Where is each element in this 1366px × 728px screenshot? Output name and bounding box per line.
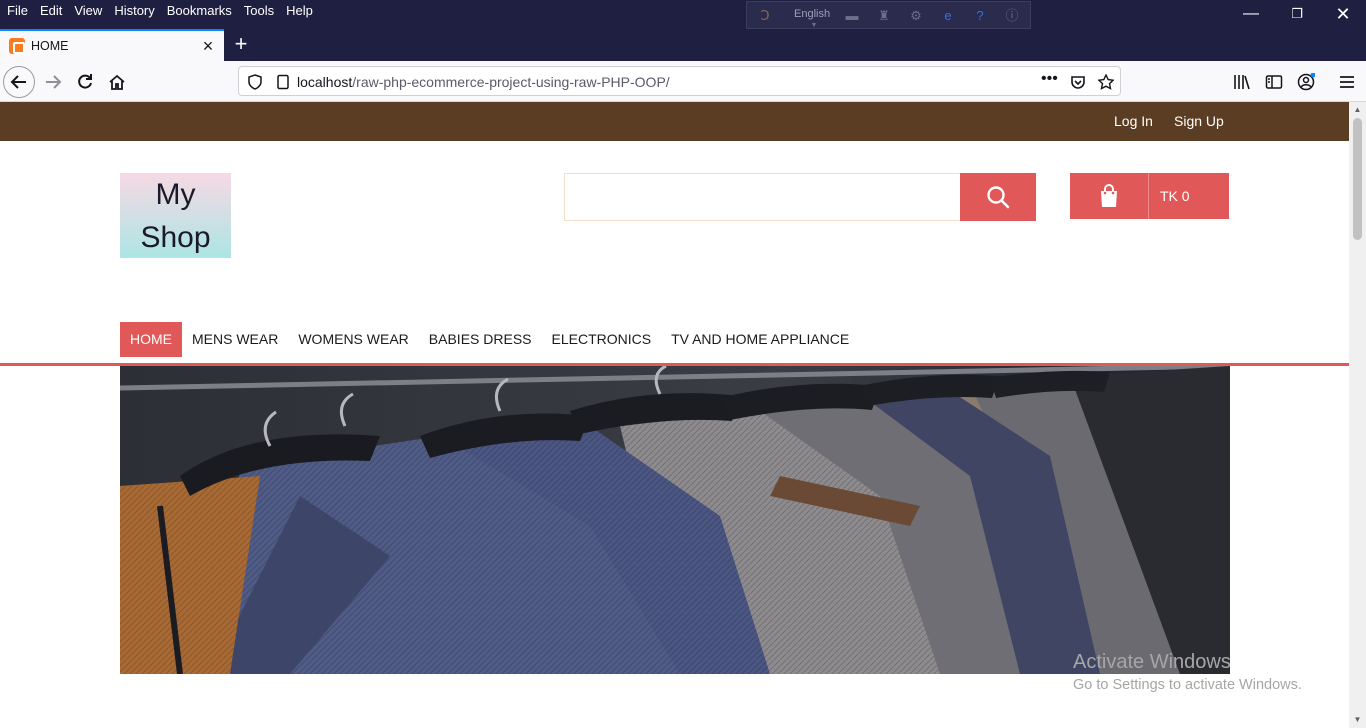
chess-piece-icon[interactable]: ♜ — [877, 9, 891, 23]
tab-title: HOME — [31, 39, 69, 53]
minimize-icon[interactable]: — — [1228, 0, 1274, 30]
cart-button[interactable]: TK 0 — [1070, 173, 1229, 219]
chevron-down-icon: ▼ — [810, 22, 818, 29]
nav-item-home[interactable]: HOME — [120, 322, 182, 357]
site-favicon-icon — [9, 38, 25, 54]
translator-logo-icon[interactable]: Ↄ — [758, 9, 772, 23]
search-icon — [987, 186, 1010, 209]
browser-navbar: localhost/raw-php-ecommerce-project-usin… — [0, 61, 1366, 102]
home-icon[interactable] — [101, 66, 133, 98]
nav-item-electronics[interactable]: ELECTRONICS — [542, 322, 662, 357]
site-logo[interactable]: My Shop — [120, 173, 231, 258]
extension-toolbar: Ↄ English ▼ ▬ ♜ ⚙ e ? ⓘ — [746, 1, 1031, 29]
nav-item-womens-wear[interactable]: WOMENS WEAR — [288, 322, 418, 357]
back-icon[interactable] — [3, 66, 35, 98]
suits-on-rack-illustration — [120, 366, 1230, 674]
web-page: Log In Sign Up My Shop TK 0 HOME MENS WE… — [0, 102, 1349, 728]
close-tab-icon[interactable]: × — [196, 36, 220, 57]
gear-icon[interactable]: ⚙ — [909, 9, 923, 23]
reload-icon[interactable] — [69, 66, 101, 98]
cart-total: TK 0 — [1160, 188, 1190, 204]
scroll-up-arrow-icon[interactable]: ▲ — [1349, 103, 1366, 117]
nav-item-mens-wear[interactable]: MENS WEAR — [182, 322, 288, 357]
search-input[interactable] — [564, 173, 961, 221]
menu-file[interactable]: File — [0, 1, 34, 21]
url-host: localhost — [297, 74, 353, 90]
scrollbar-thumb[interactable] — [1353, 118, 1362, 240]
category-nav: HOME MENS WEAR WOMENS WEAR BABIES DRESS … — [120, 322, 859, 357]
nav-item-babies-dress[interactable]: BABIES DRESS — [419, 322, 542, 357]
menu-tools[interactable]: Tools — [238, 1, 280, 21]
library-icon[interactable] — [1233, 73, 1251, 91]
new-tab-icon[interactable]: + — [228, 32, 254, 58]
more-actions-icon[interactable]: ••• — [1041, 71, 1058, 90]
hero-banner-image — [120, 366, 1230, 674]
browser-titlebar: File Edit View History Bookmarks Tools H… — [0, 0, 1366, 61]
forward-icon[interactable] — [37, 66, 69, 98]
top-account-strip: Log In Sign Up — [0, 102, 1349, 141]
restore-icon[interactable]: ❐ — [1274, 0, 1320, 30]
sidebar-icon[interactable] — [1265, 73, 1283, 91]
menu-edit[interactable]: Edit — [34, 1, 68, 21]
info-icon[interactable]: ⓘ — [1005, 9, 1019, 23]
pocket-icon[interactable] — [1070, 74, 1086, 90]
search-button[interactable] — [960, 173, 1036, 221]
shopping-bag-button[interactable] — [1070, 173, 1149, 219]
logo-line-1: My — [155, 178, 196, 211]
scroll-down-arrow-icon[interactable]: ▼ — [1349, 713, 1366, 727]
shopping-bag-icon — [1101, 184, 1117, 207]
menu-bookmarks[interactable]: Bookmarks — [161, 1, 238, 21]
close-window-icon[interactable]: ✕ — [1320, 0, 1366, 30]
bookmark-star-icon[interactable] — [1097, 73, 1115, 90]
login-link[interactable]: Log In — [1114, 113, 1153, 129]
watermark-subtitle: Go to Settings to activate Windows. — [1073, 677, 1302, 693]
browser-e-icon[interactable]: e — [941, 9, 955, 23]
url-path: /raw-php-ecommerce-project-using-raw-PHP… — [352, 74, 670, 90]
hat-icon[interactable]: ▬ — [845, 9, 859, 23]
menu-bar: File Edit View History Bookmarks Tools H… — [0, 0, 319, 22]
nav-item-tv-home-appliance[interactable]: TV AND HOME APPLIANCE — [661, 322, 859, 357]
page-info-icon[interactable] — [275, 74, 291, 90]
account-icon[interactable] — [1297, 72, 1316, 91]
logo-line-2: Shop — [140, 221, 211, 254]
menu-history[interactable]: History — [108, 1, 160, 21]
browser-tab[interactable]: HOME × — [0, 29, 224, 61]
menu-help[interactable]: Help — [280, 1, 319, 21]
hamburger-menu-icon[interactable] — [1338, 73, 1356, 91]
watermark-title: Activate Windows — [1073, 651, 1231, 673]
url-text: localhost/raw-php-ecommerce-project-usin… — [297, 74, 670, 90]
address-bar[interactable]: localhost/raw-php-ecommerce-project-usin… — [238, 66, 1121, 96]
menu-view[interactable]: View — [68, 1, 108, 21]
page-scrollbar[interactable]: ▲ ▼ — [1349, 102, 1366, 728]
signup-link[interactable]: Sign Up — [1174, 113, 1224, 129]
windows-activation-watermark: Activate Windows Go to Settings to activ… — [1073, 651, 1302, 693]
help-icon[interactable]: ? — [973, 9, 987, 23]
shield-icon[interactable] — [247, 74, 263, 90]
